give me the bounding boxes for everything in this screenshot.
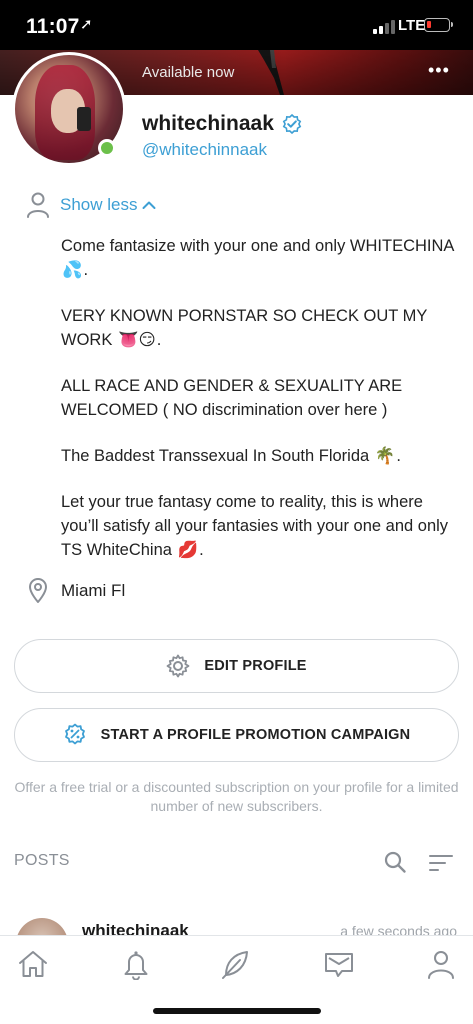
username-row: whitechinaak xyxy=(142,110,302,138)
sweat-droplets-emoji: 💦 xyxy=(62,260,83,279)
gear-icon xyxy=(166,654,190,678)
home-icon[interactable] xyxy=(17,948,49,980)
home-indicator xyxy=(153,1008,321,1014)
battery-icon xyxy=(424,18,453,32)
availability-status: Available now xyxy=(142,64,235,81)
show-less-toggle[interactable]: Show less xyxy=(26,190,156,220)
person-icon xyxy=(27,192,49,218)
post-avatar[interactable] xyxy=(16,918,68,936)
show-less-label: Show less xyxy=(60,195,138,214)
profile-bio: Come fantasize with your one and only WH… xyxy=(61,234,461,562)
edit-profile-label: EDIT PROFILE xyxy=(204,658,307,674)
username: whitechinaak xyxy=(142,112,274,135)
tongue-smirk-emoji: 👅😏 xyxy=(117,330,156,349)
signal-icon xyxy=(373,20,395,34)
verified-badge-icon xyxy=(282,114,302,134)
profile-icon[interactable] xyxy=(425,948,457,980)
post-item[interactable]: whitechinaak a few seconds ago xyxy=(0,916,473,936)
feather-icon[interactable] xyxy=(220,948,252,980)
promotion-note: Offer a free trial or a discounted subsc… xyxy=(14,779,459,814)
post-author[interactable]: whitechinaak xyxy=(82,921,189,936)
bio-paragraph: VERY KNOWN PORNSTAR SO CHECK OUT MY WORK… xyxy=(61,304,461,352)
online-indicator xyxy=(98,139,116,157)
discount-badge-icon xyxy=(64,723,85,745)
kiss-mark-emoji: 💋 xyxy=(177,540,199,559)
status-time: 11:07 xyxy=(26,15,80,38)
status-bar: 11:07 ➚ LTE xyxy=(0,0,473,50)
location-arrow-icon: ➚ xyxy=(80,16,93,33)
sort-icon[interactable] xyxy=(428,853,454,873)
profile-promotion-button[interactable]: START A PROFILE PROMOTION CAMPAIGN xyxy=(14,708,459,762)
bio-paragraph: Let your true fantasy come to reality, t… xyxy=(61,490,461,562)
bio-paragraph: ALL RACE AND GENDER & SEXUALITY ARE WELC… xyxy=(61,377,403,419)
network-type: LTE xyxy=(398,17,426,34)
profile-promotion-label: START A PROFILE PROMOTION CAMPAIGN xyxy=(100,727,411,743)
posts-header: POSTS xyxy=(14,852,70,869)
messages-icon[interactable] xyxy=(323,948,355,980)
chevron-up-icon xyxy=(142,201,156,209)
bio-paragraph: Come fantasize with your one and only WH… xyxy=(61,234,461,282)
palm-tree-emoji: 🌴 xyxy=(374,446,396,465)
edit-profile-button[interactable]: EDIT PROFILE xyxy=(14,639,459,693)
location-pin-icon xyxy=(29,578,47,603)
location-text: Miami Fl xyxy=(61,581,126,600)
profile-handle[interactable]: @whitechinnaak xyxy=(142,140,267,160)
search-icon[interactable] xyxy=(383,850,407,874)
profile-location: Miami Fl xyxy=(28,578,125,604)
more-options-icon[interactable]: ••• xyxy=(428,60,450,81)
bell-icon[interactable] xyxy=(120,948,152,980)
bio-paragraph: The Baddest Transsexual In South Florida… xyxy=(61,444,461,468)
